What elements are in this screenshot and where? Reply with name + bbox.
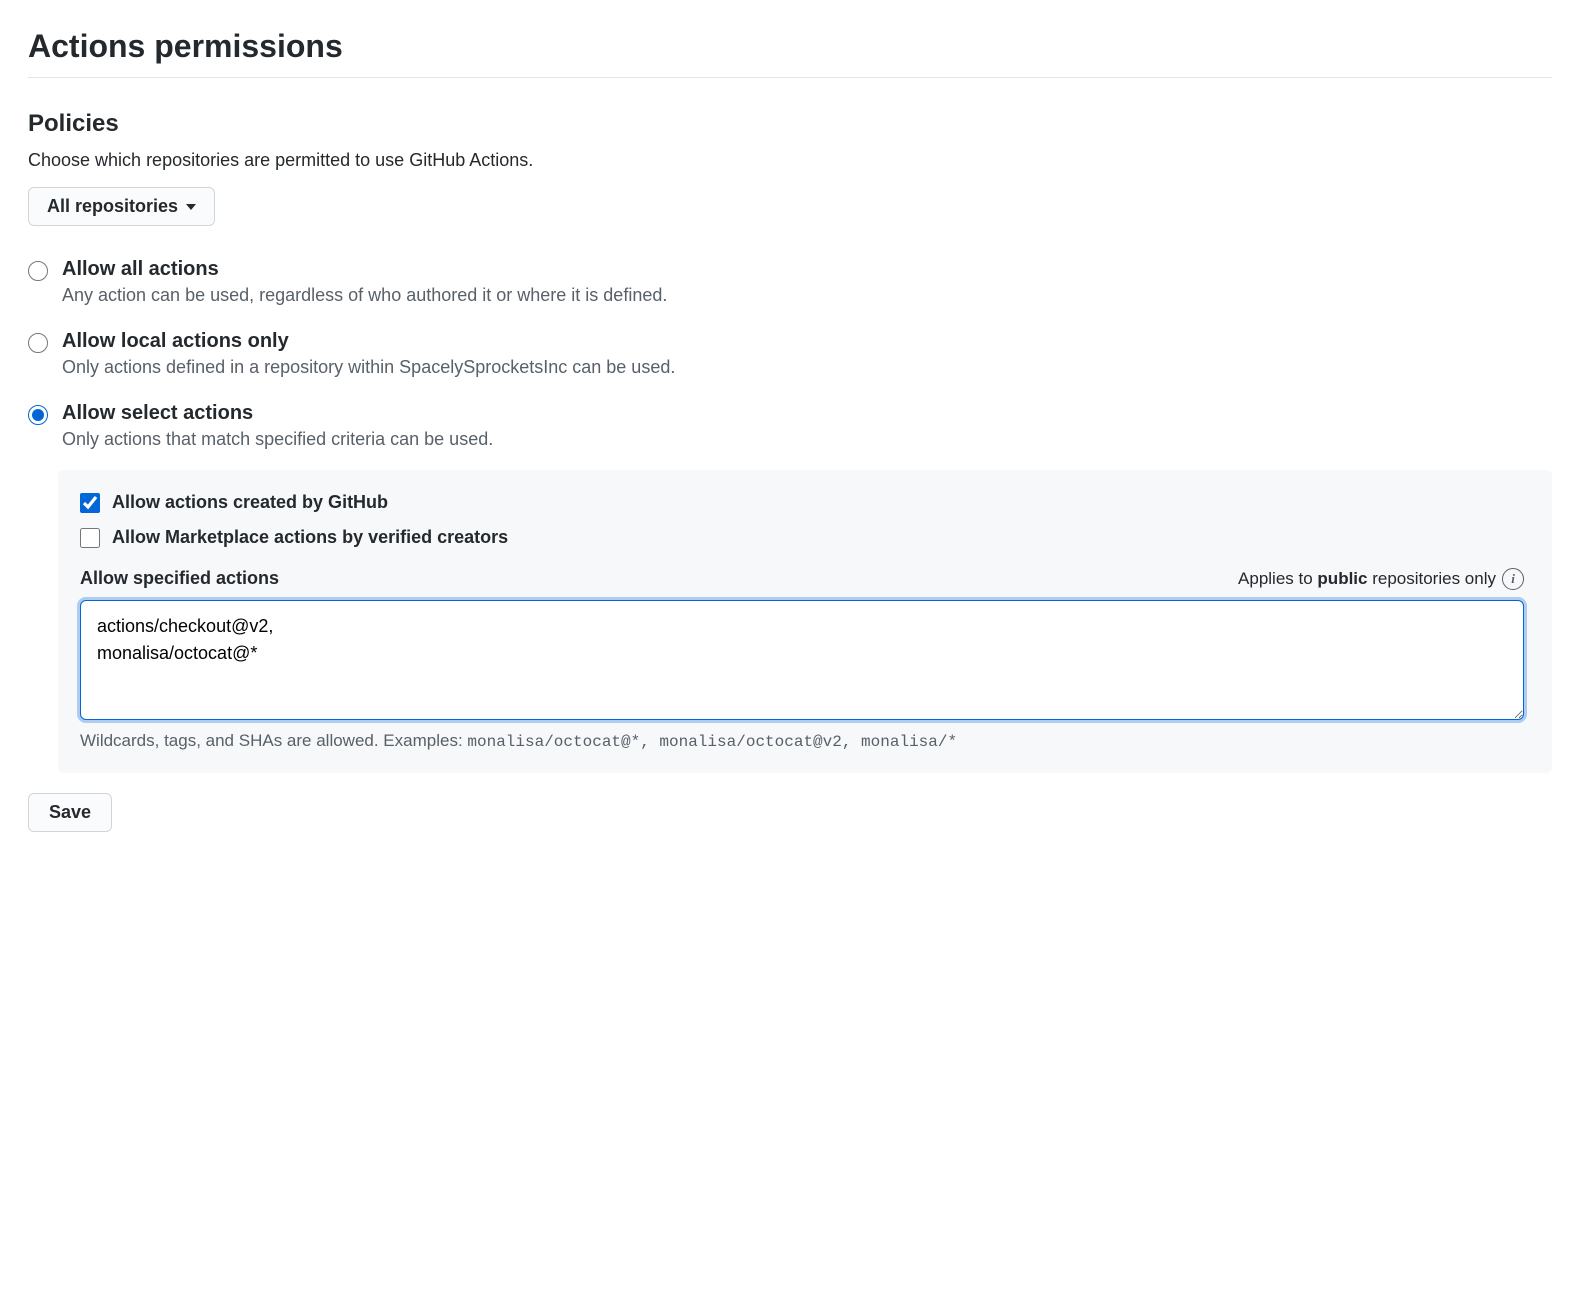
- checkbox-label-allow-marketplace: Allow Marketplace actions by verified cr…: [112, 527, 508, 548]
- specified-actions-title: Allow specified actions: [80, 568, 279, 589]
- radio-option-allow-local[interactable]: Allow local actions only Only actions de…: [28, 330, 1552, 378]
- info-icon[interactable]: i: [1502, 568, 1524, 590]
- radio-desc-allow-all: Any action can be used, regardless of wh…: [62, 285, 667, 306]
- repositories-dropdown[interactable]: All repositories: [28, 187, 215, 226]
- radio-label-allow-select: Allow select actions: [62, 402, 493, 425]
- radio-desc-allow-select: Only actions that match specified criter…: [62, 429, 493, 450]
- hint-prefix: Wildcards, tags, and SHAs are allowed. E…: [80, 731, 467, 750]
- applies-suffix: repositories only: [1367, 569, 1496, 588]
- specified-actions-input[interactable]: [80, 600, 1524, 720]
- policies-heading: Policies: [28, 110, 1552, 138]
- radio-desc-allow-local: Only actions defined in a repository wit…: [62, 357, 675, 378]
- radio-label-allow-local: Allow local actions only: [62, 330, 675, 353]
- radio-allow-select[interactable]: [28, 405, 48, 425]
- radio-option-allow-select[interactable]: Allow select actions Only actions that m…: [28, 402, 1552, 450]
- checkbox-allow-marketplace[interactable]: [80, 528, 100, 548]
- radio-option-allow-all[interactable]: Allow all actions Any action can be used…: [28, 258, 1552, 306]
- page-title: Actions permissions: [28, 28, 1552, 78]
- radio-allow-all[interactable]: [28, 261, 48, 281]
- select-actions-panel: Allow actions created by GitHub Allow Ma…: [58, 470, 1552, 773]
- hint-examples: monalisa/octocat@*, monalisa/octocat@v2,…: [467, 733, 957, 751]
- save-button[interactable]: Save: [28, 793, 112, 832]
- checkbox-row-marketplace[interactable]: Allow Marketplace actions by verified cr…: [80, 527, 1524, 548]
- specified-actions-hint: Wildcards, tags, and SHAs are allowed. E…: [80, 731, 1524, 751]
- caret-down-icon: [186, 204, 196, 210]
- applies-prefix: Applies to: [1238, 569, 1317, 588]
- applies-note: Applies to public repositories only i: [1238, 568, 1524, 590]
- checkbox-row-github[interactable]: Allow actions created by GitHub: [80, 492, 1524, 513]
- checkbox-label-allow-github: Allow actions created by GitHub: [112, 492, 388, 513]
- policies-description: Choose which repositories are permitted …: [28, 150, 1552, 171]
- repositories-dropdown-label: All repositories: [47, 196, 178, 217]
- applies-bold: public: [1317, 569, 1367, 588]
- radio-label-allow-all: Allow all actions: [62, 258, 667, 281]
- checkbox-allow-github[interactable]: [80, 493, 100, 513]
- radio-allow-local[interactable]: [28, 333, 48, 353]
